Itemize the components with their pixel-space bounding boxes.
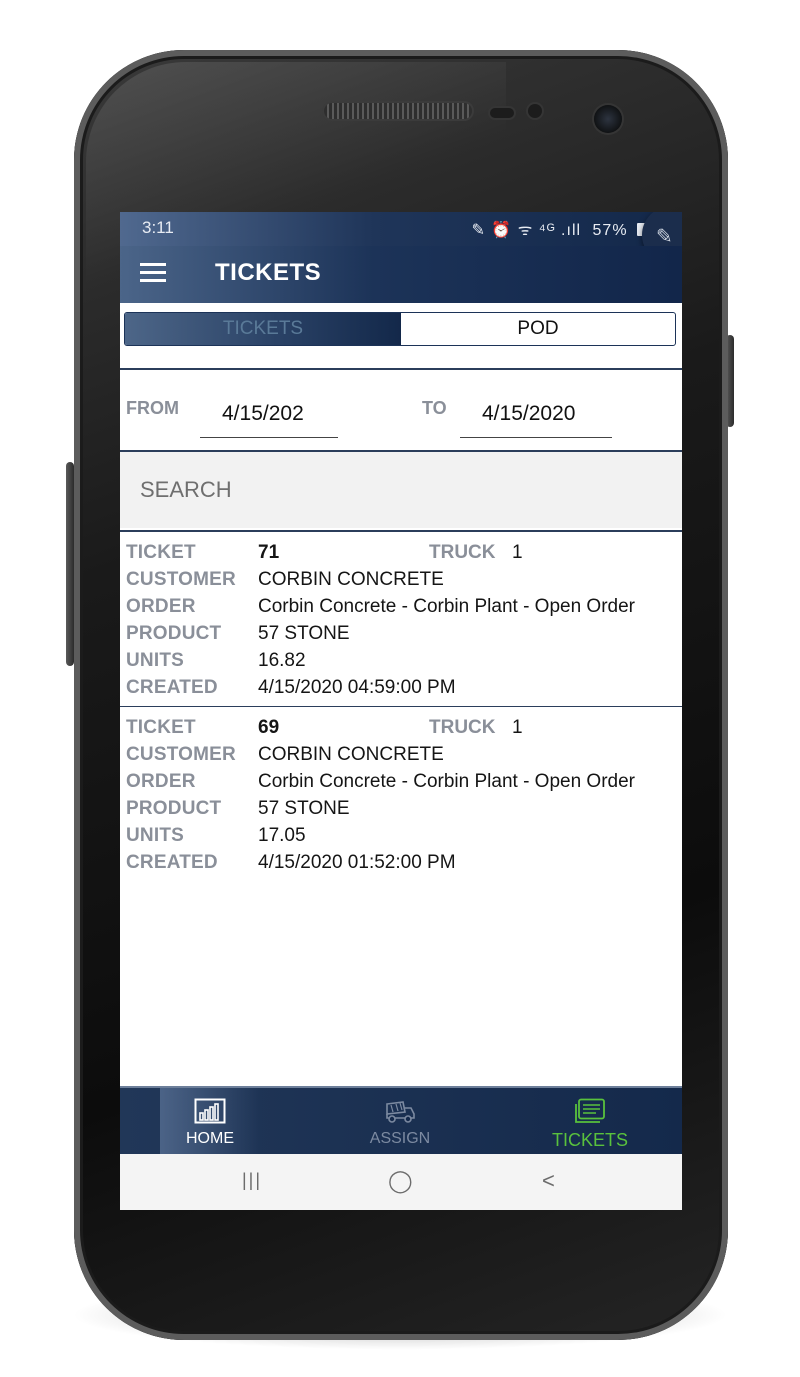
ticket-card[interactable]: TICKET 69 TRUCK 1 CUSTOMER CORBIN CONCRE…	[120, 707, 682, 881]
status-icons: ✎ ⏰ ᯤ ⁴ᴳ .ıll 57%	[472, 218, 646, 240]
created-label: CREATED	[126, 852, 218, 873]
app-bar: TICKETS	[120, 246, 682, 303]
ticket-label: TICKET	[126, 542, 196, 563]
tickets-list: TICKET 71 TRUCK 1 CUSTOMER CORBIN CONCRE…	[120, 532, 682, 881]
status-time: 3:11	[142, 218, 174, 237]
nav-assign[interactable]: ASSIGN	[350, 1088, 450, 1156]
order-value: Corbin Concrete - Corbin Plant - Open Or…	[258, 596, 635, 617]
menu-icon[interactable]	[140, 263, 166, 283]
product-value: 57 STONE	[258, 623, 350, 644]
volume-button	[66, 462, 74, 666]
search-input[interactable]	[120, 452, 682, 528]
created-value: 4/15/2020 01:52:00 PM	[258, 852, 456, 873]
dump-truck-icon	[386, 1101, 415, 1123]
toggle-pod[interactable]: POD	[401, 313, 675, 345]
order-label: ORDER	[126, 596, 196, 617]
ticket-card[interactable]: TICKET 71 TRUCK 1 CUSTOMER CORBIN CONCRE…	[120, 532, 682, 707]
from-date-field[interactable]: 4/15/202	[200, 402, 338, 438]
ticket-label: TICKET	[126, 717, 196, 738]
order-value: Corbin Concrete - Corbin Plant - Open Or…	[258, 771, 635, 792]
nav-tickets[interactable]: TICKETS	[530, 1088, 650, 1156]
nav-assign-label: ASSIGN	[369, 1130, 431, 1147]
back-button[interactable]: <	[542, 1168, 555, 1194]
toggle-tickets[interactable]: TICKETS	[125, 313, 401, 345]
customer-label: CUSTOMER	[126, 569, 236, 590]
search-bar	[120, 452, 682, 528]
truck-number: 1	[512, 717, 523, 738]
to-date-field[interactable]: 4/15/2020	[460, 402, 612, 438]
home-button[interactable]: ◯	[388, 1168, 413, 1194]
truck-number: 1	[512, 542, 523, 563]
divider	[120, 368, 682, 370]
customer-value: CORBIN CONCRETE	[258, 569, 444, 590]
bottom-nav: HOME ASSIGN TICKETS	[120, 1086, 682, 1156]
light-sensor	[528, 104, 542, 118]
truck-label: TRUCK	[429, 717, 496, 738]
app-screen: 3:11 ✎ ⏰ ᯤ ⁴ᴳ .ıll 57% ✎ TICKETS TICKETS…	[120, 212, 682, 1210]
bar-chart-icon	[194, 1098, 226, 1124]
page-title: TICKETS	[215, 259, 322, 286]
created-label: CREATED	[126, 677, 218, 698]
proximity-sensor	[490, 108, 514, 118]
ticket-number: 69	[258, 717, 280, 738]
from-label: FROM	[126, 398, 179, 418]
units-value: 17.05	[258, 825, 306, 846]
order-label: ORDER	[126, 771, 196, 792]
nav-home-label: HOME	[186, 1130, 234, 1147]
ticket-number: 71	[258, 542, 280, 563]
battery-percent: 57%	[592, 222, 628, 239]
tickets-icon	[575, 1098, 605, 1123]
product-value: 57 STONE	[258, 798, 350, 819]
to-label: TO	[422, 398, 447, 418]
system-nav-bar: ||| ◯ <	[120, 1154, 682, 1210]
nav-home[interactable]: HOME	[160, 1088, 260, 1156]
units-value: 16.82	[258, 650, 306, 671]
product-label: PRODUCT	[126, 623, 222, 644]
earpiece-speaker	[324, 103, 472, 119]
created-value: 4/15/2020 04:59:00 PM	[258, 677, 456, 698]
front-camera	[594, 105, 622, 133]
nav-tickets-label: TICKETS	[551, 1130, 628, 1150]
product-label: PRODUCT	[126, 798, 222, 819]
truck-label: TRUCK	[429, 542, 496, 563]
units-label: UNITS	[126, 825, 184, 846]
tickets-pod-toggle: TICKETS POD	[124, 312, 676, 346]
status-bar: 3:11 ✎ ⏰ ᯤ ⁴ᴳ .ıll 57% ✎	[120, 212, 682, 264]
units-label: UNITS	[126, 650, 184, 671]
customer-value: CORBIN CONCRETE	[258, 744, 444, 765]
recents-button[interactable]: |||	[242, 1170, 262, 1191]
customer-label: CUSTOMER	[126, 744, 236, 765]
status-icons-text: ✎ ⏰ ᯤ ⁴ᴳ .ıll	[471, 222, 582, 239]
